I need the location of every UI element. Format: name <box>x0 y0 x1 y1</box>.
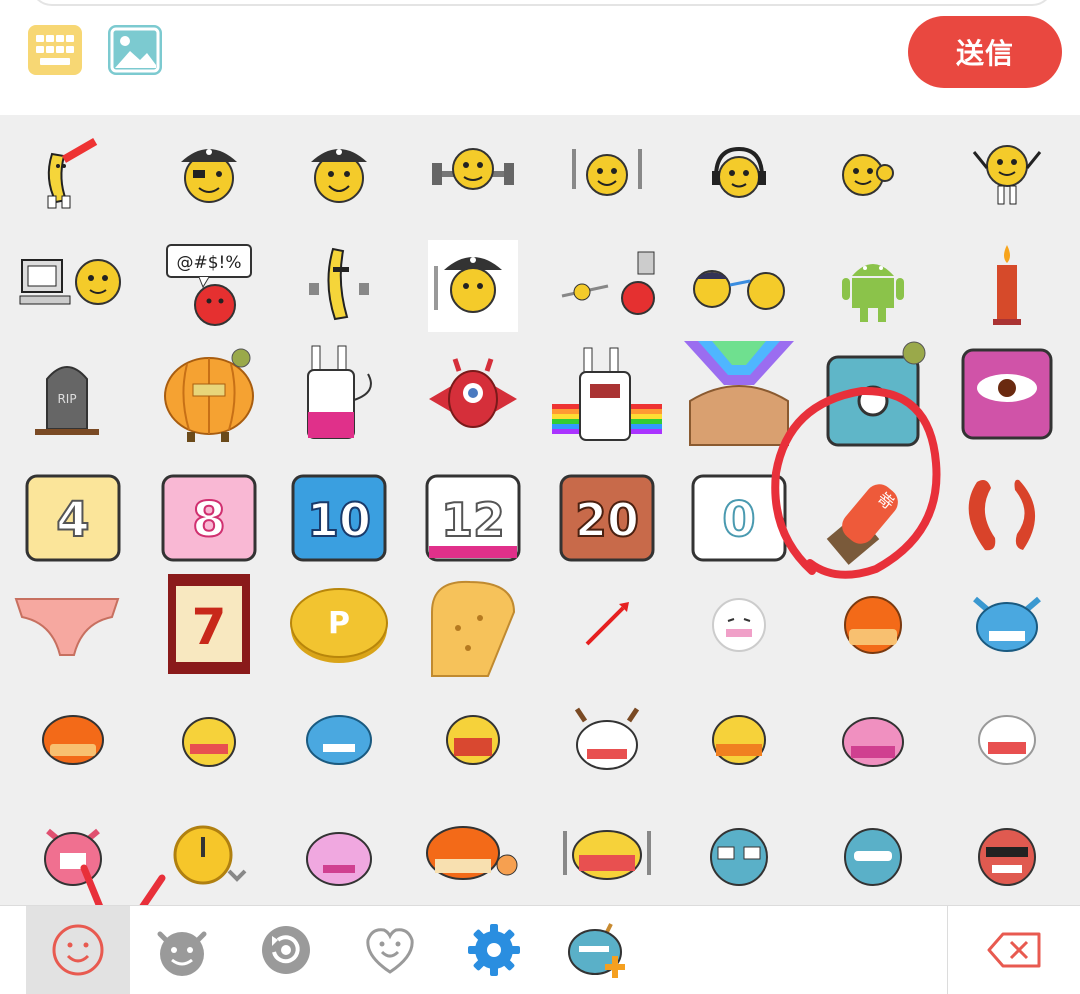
tab-heart-face[interactable] <box>338 906 442 994</box>
dancing-banana-emoji[interactable] <box>272 227 406 345</box>
computer-smiley-emoji[interactable] <box>6 227 140 345</box>
add-sticker-icon <box>568 923 625 978</box>
shooting-smiley-emoji[interactable] <box>540 227 674 345</box>
slot-seven-text: 7 <box>192 598 227 656</box>
calendar-10-emoji[interactable]: 10 <box>272 453 406 571</box>
reindeer-face-emoji[interactable] <box>540 681 674 799</box>
cheering-smiley-emoji[interactable] <box>940 115 1074 233</box>
calendar-4-emoji[interactable]: 4 <box>6 453 140 571</box>
calendar-0-label: 0 <box>722 492 755 548</box>
pink-pig-face-emoji[interactable] <box>806 681 940 799</box>
heart-face-icon <box>366 928 414 974</box>
backspace-icon <box>987 932 1041 968</box>
history-icon <box>262 926 310 974</box>
smiley-icon <box>52 924 104 976</box>
duel-smileys-emoji[interactable] <box>672 227 806 345</box>
sticker-tab-bar <box>0 905 1080 994</box>
tab-bar-divider <box>947 906 948 994</box>
white-face-emoji[interactable] <box>672 565 806 683</box>
emoji-grid: @#$!% RIP 4 8 10 12 20 0 嵜 7 P <box>0 115 1080 905</box>
pink-cat-face-emoji[interactable] <box>6 797 140 905</box>
stamp-emoji[interactable]: 嵜 <box>806 453 940 571</box>
swearing-smiley-emoji[interactable]: @#$!% <box>142 227 276 345</box>
red-sunglasses-face-emoji[interactable] <box>940 797 1074 905</box>
teal-face-emoji[interactable] <box>806 797 940 905</box>
rainbow-muscle-man-emoji[interactable] <box>672 335 806 453</box>
yellow-open-mouth-emoji[interactable] <box>406 681 540 799</box>
sausage-emoji[interactable] <box>940 453 1074 571</box>
tab-settings[interactable] <box>442 906 546 994</box>
dancing-banana-guitar-emoji[interactable] <box>0 115 134 233</box>
calendar-10-label: 10 <box>307 493 371 547</box>
red-flag-pin-emoji[interactable] <box>540 565 674 683</box>
calendar-12-label: 12 <box>441 493 505 547</box>
pink-eye-square-emoji[interactable] <box>940 335 1074 453</box>
image-icon[interactable] <box>108 25 162 75</box>
gold-coin-emoji[interactable]: P <box>272 565 406 683</box>
tab-add-sticker[interactable] <box>546 906 650 994</box>
tombstone-emoji[interactable]: RIP <box>0 335 134 453</box>
gear-icon <box>468 924 520 976</box>
pink-bunny-face-emoji[interactable] <box>272 797 406 905</box>
calendar-12-emoji[interactable]: 12 <box>406 453 540 571</box>
red-winged-monster-emoji[interactable] <box>406 335 540 453</box>
teal-glasses-face-emoji[interactable] <box>672 797 806 905</box>
yellow-lips-face-emoji[interactable] <box>672 681 806 799</box>
swear-text: @#$!% <box>176 253 241 273</box>
blue-fish-face-emoji[interactable] <box>272 681 406 799</box>
tombstone-text: RIP <box>57 392 76 406</box>
pink-panties-emoji[interactable] <box>0 565 134 683</box>
pirate-sword-smiley-emoji[interactable] <box>406 227 540 345</box>
pumpkin-emoji[interactable] <box>142 335 276 453</box>
white-rabbit-emoji[interactable] <box>272 335 406 453</box>
white-grin-face-emoji[interactable] <box>940 681 1074 799</box>
waving-smiley-emoji[interactable] <box>798 115 932 233</box>
toast-emoji[interactable] <box>406 565 540 683</box>
send-button[interactable]: 送信 <box>908 16 1062 88</box>
clock-face-emoji[interactable] <box>142 797 276 905</box>
pirate-smiley-emoji[interactable] <box>142 115 276 233</box>
devil-icon <box>157 931 207 976</box>
weightlifter-smiley-emoji[interactable] <box>406 115 540 233</box>
tab-history[interactable] <box>234 906 338 994</box>
knife-fork-smiley-emoji[interactable] <box>540 115 674 233</box>
calendar-0-emoji[interactable]: 0 <box>672 453 806 571</box>
teal-square-face-emoji[interactable] <box>806 335 940 453</box>
rainbow-rabbit-emoji[interactable] <box>540 335 674 453</box>
blue-face-emoji[interactable] <box>940 565 1074 683</box>
calendar-8-label: 8 <box>192 492 225 548</box>
candle-emoji[interactable] <box>940 227 1074 345</box>
orange-face-emoji[interactable] <box>806 565 940 683</box>
input-area: 送信 <box>0 0 1080 115</box>
calendar-8-emoji[interactable]: 8 <box>142 453 276 571</box>
keyboard-icon[interactable] <box>28 25 82 75</box>
backspace-button[interactable] <box>975 906 1055 994</box>
tab-smiley[interactable] <box>26 906 130 994</box>
yellow-wince-face-emoji[interactable] <box>142 681 276 799</box>
coin-text: P <box>328 606 350 641</box>
android-robot-emoji[interactable] <box>806 227 940 345</box>
calendar-20-label: 20 <box>575 493 639 547</box>
dining-face-emoji[interactable] <box>540 797 674 905</box>
calendar-20-emoji[interactable]: 20 <box>540 453 674 571</box>
slot-seven-emoji[interactable]: 7 <box>142 565 276 683</box>
tab-devil[interactable] <box>130 906 234 994</box>
message-input[interactable] <box>30 0 1054 6</box>
headphones-smiley-emoji[interactable] <box>672 115 806 233</box>
pirate-smiley-2-emoji[interactable] <box>272 115 406 233</box>
orange-ok-face-emoji[interactable] <box>406 797 540 905</box>
calendar-4-label: 4 <box>56 492 89 548</box>
orange-mouth-face-emoji[interactable] <box>6 681 140 799</box>
